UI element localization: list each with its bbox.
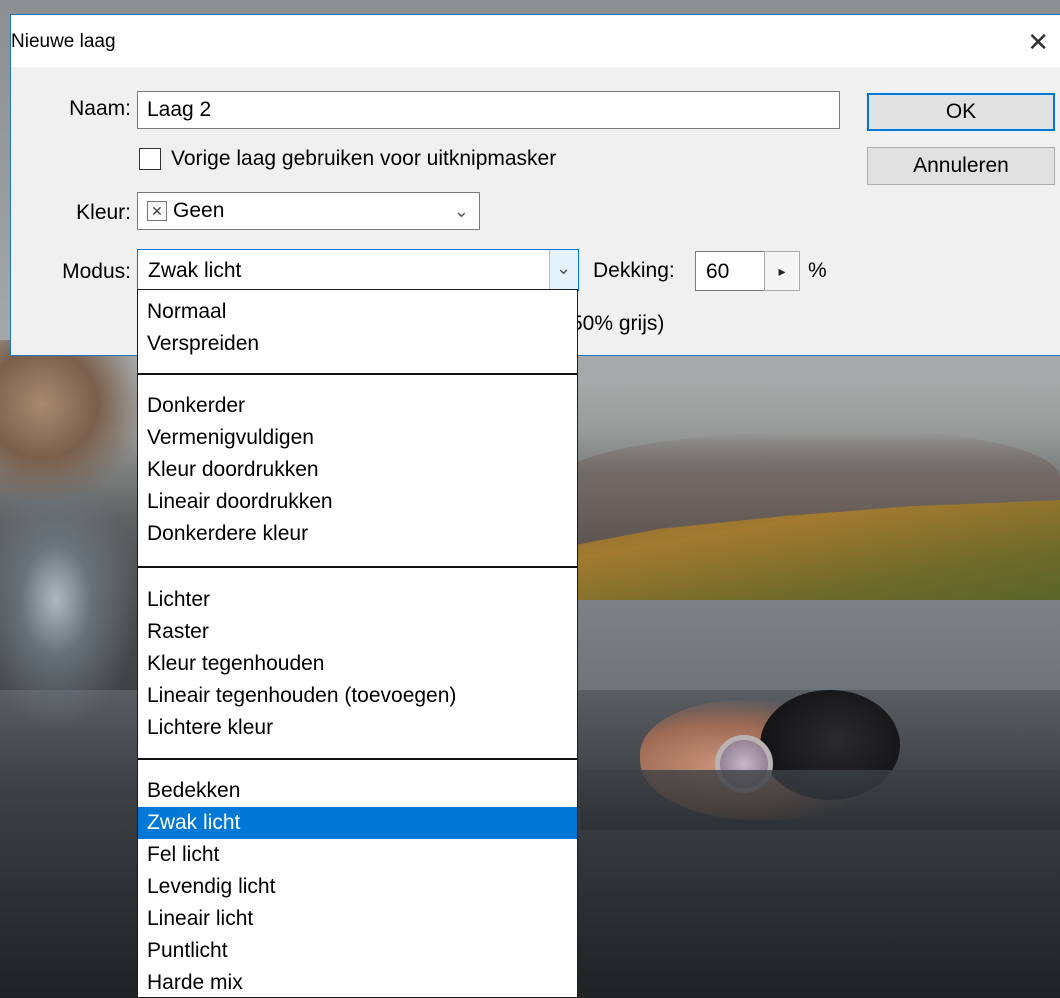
menu-separator (138, 758, 577, 760)
name-input[interactable]: Laag 2 (137, 91, 840, 129)
chevron-down-icon: ⌄ (453, 201, 469, 221)
menu-separator (138, 566, 577, 568)
mode-label: Modus: (62, 260, 131, 283)
color-label: Kleur: (76, 201, 131, 224)
opacity-value: 60 (706, 260, 730, 283)
mode-select[interactable]: Zwak licht ⌄ (137, 249, 579, 291)
neutral-fill-label: 50% grijs) (571, 312, 665, 335)
menu-item-verspreiden[interactable]: Verspreiden (138, 328, 577, 360)
dialog-title: Nieuwe laag (11, 31, 116, 52)
menu-item-zwak-licht[interactable]: Zwak licht (138, 807, 577, 839)
menu-item-normaal[interactable]: Normaal (138, 296, 577, 328)
name-label: Naam: (69, 97, 131, 120)
menu-item-raster[interactable]: Raster (138, 616, 577, 648)
menu-item-bedekken[interactable]: Bedekken (138, 775, 577, 807)
menu-item-levendig-licht[interactable]: Levendig licht (138, 871, 577, 903)
chevron-down-icon: ⌄ (556, 258, 572, 278)
mode-select-value: Zwak licht (148, 259, 242, 282)
menu-item-lineair-doordrukken[interactable]: Lineair doordrukken (138, 486, 577, 518)
close-icon[interactable]: ✕ (1027, 27, 1049, 58)
menu-item-lineair-tegenhouden[interactable]: Lineair tegenhouden (toevoegen) (138, 680, 577, 712)
menu-item-fel-licht[interactable]: Fel licht (138, 839, 577, 871)
dialog-titlebar: Nieuwe laag ✕ (11, 15, 1060, 67)
menu-item-lichtere-kleur[interactable]: Lichtere kleur (138, 712, 577, 744)
cancel-button[interactable]: Annuleren (867, 147, 1055, 185)
menu-item-lineair-licht[interactable]: Lineair licht (138, 903, 577, 935)
clip-mask-label: Vorige laag gebruiken voor uitknipmasker (171, 147, 557, 170)
triangle-right-icon: ▸ (778, 263, 786, 279)
menu-item-puntlicht[interactable]: Puntlicht (138, 935, 577, 967)
menu-item-kleur-doordrukken[interactable]: Kleur doordrukken (138, 454, 577, 486)
clip-mask-checkbox[interactable] (139, 148, 161, 170)
blend-mode-menu: Normaal Verspreiden Donkerder Vermenigvu… (137, 289, 578, 998)
menu-item-kleur-tegenhouden[interactable]: Kleur tegenhouden (138, 648, 577, 680)
name-input-value: Laag 2 (147, 98, 212, 121)
photo-splash (0, 470, 140, 730)
ok-button[interactable]: OK (867, 93, 1055, 131)
opacity-slider-toggle[interactable]: ▸ (764, 251, 800, 291)
menu-item-harde-mix[interactable]: Harde mix (138, 967, 577, 997)
mode-dropdown-button[interactable]: ⌄ (549, 250, 578, 290)
color-select[interactable]: ✕ Geen ⌄ (137, 192, 480, 230)
menu-item-lichter[interactable]: Lichter (138, 584, 577, 616)
opacity-input[interactable]: 60 (695, 251, 765, 291)
menu-item-donkerder[interactable]: Donkerder (138, 390, 577, 422)
opacity-unit: % (808, 259, 827, 282)
color-select-value: Geen (173, 199, 225, 222)
no-color-swatch-icon: ✕ (147, 201, 167, 221)
photo-ripple (580, 770, 1060, 830)
menu-item-vermenigvuldigen[interactable]: Vermenigvuldigen (138, 422, 577, 454)
menu-item-donkerdere-kleur[interactable]: Donkerdere kleur (138, 518, 577, 550)
menu-separator (138, 373, 577, 375)
opacity-label: Dekking: (593, 259, 675, 282)
